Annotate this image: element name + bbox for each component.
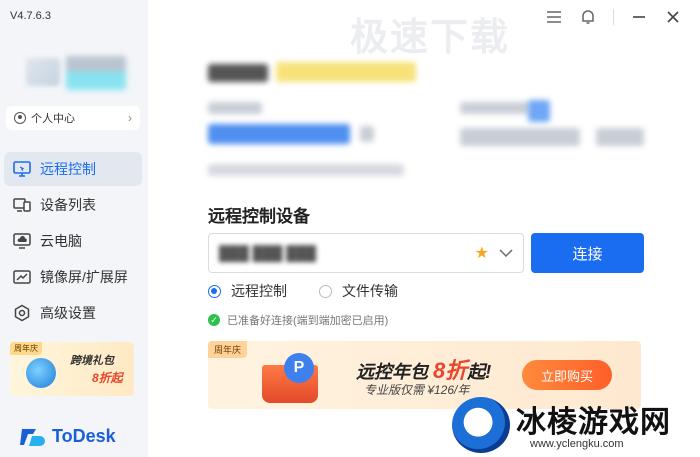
- device-code-highlight-blurred: [276, 62, 416, 82]
- menu-icon[interactable]: [545, 8, 563, 26]
- version-label: V4.7.6.3: [10, 10, 51, 22]
- password-label-blurred: [460, 102, 530, 114]
- device-id-suffix-blurred: [360, 126, 374, 142]
- banner-title-suffix: 起!: [467, 362, 492, 382]
- sidebar-item-remote-control[interactable]: 远程控制: [4, 152, 142, 186]
- devices-icon: [12, 196, 32, 214]
- todesk-logo-icon: [20, 427, 46, 447]
- watermark-url: www.yclengku.com: [530, 438, 624, 450]
- watermark-logo-icon: [452, 397, 510, 453]
- star-icon[interactable]: ★: [475, 243, 489, 263]
- section-title: 远程控制设备: [208, 207, 310, 226]
- profile-center-button[interactable]: 个人中心 ›: [6, 106, 140, 130]
- sidebar-item-mirror-screen[interactable]: 镜像屏/扩展屏: [4, 260, 142, 294]
- close-icon[interactable]: [664, 8, 682, 26]
- cloud-pc-icon: [12, 232, 32, 250]
- sidebar-nav: 远程控制 设备列表 云电脑 镜像屏/扩展屏 高级设置: [4, 152, 142, 332]
- password-actions-blurred: [596, 128, 644, 146]
- chevron-down-icon[interactable]: [499, 246, 513, 260]
- brand-name: ToDesk: [52, 426, 116, 446]
- sidebar-item-label: 设备列表: [40, 197, 96, 213]
- promo-tag: 周年庆: [10, 342, 42, 355]
- sidebar-promo-banner[interactable]: 周年庆 跨境礼包 8折起: [10, 342, 134, 396]
- sidebar: V4.7.6.3 个人中心 › 远程控制 设备列表 云电脑 镜像屏/扩展屏 高级…: [0, 0, 148, 457]
- radio-label-file-transfer[interactable]: 文件传输: [342, 281, 398, 301]
- connection-status: ✓ 已准备好连接(端到端加密已启用): [208, 312, 388, 328]
- window-controls: [545, 8, 682, 26]
- device-id-blurred: [208, 124, 350, 144]
- user-icon: [14, 112, 26, 124]
- watermark-text: 冰棱游戏网: [516, 406, 671, 439]
- device-code-input-value: ███ ███ ███: [219, 245, 317, 261]
- mode-radio-group: 远程控制 文件传输: [208, 281, 430, 301]
- promo-title: 跨境礼包: [70, 355, 114, 367]
- device-code-input[interactable]: ███ ███ ███ ★: [208, 233, 524, 273]
- sidebar-item-label: 高级设置: [40, 305, 96, 321]
- connect-button[interactable]: 连接: [531, 233, 644, 273]
- checkbox-option-blurred[interactable]: [208, 164, 404, 176]
- sidebar-item-label: 镜像屏/扩展屏: [40, 269, 128, 285]
- mirror-screen-icon: [12, 268, 32, 286]
- promo-discount: 8折起: [92, 371, 123, 385]
- sidebar-item-advanced-settings[interactable]: 高级设置: [4, 296, 142, 330]
- check-shield-icon: ✓: [208, 314, 220, 326]
- p-badge-icon: P: [284, 353, 314, 383]
- banner-title-prefix: 远控年包: [356, 362, 428, 382]
- site-watermark: 冰棱游戏网 www.yclengku.com: [452, 393, 700, 457]
- password-icon-blurred: [528, 100, 550, 122]
- sidebar-item-label: 云电脑: [40, 233, 82, 249]
- radio-file-transfer[interactable]: [319, 284, 332, 298]
- sidebar-item-cloud-pc[interactable]: 云电脑: [4, 224, 142, 258]
- buy-now-button[interactable]: 立即购买: [522, 360, 612, 390]
- chevron-right-icon: ›: [128, 111, 132, 125]
- radio-label-remote-control[interactable]: 远程控制: [231, 281, 287, 301]
- settings-icon: [12, 304, 32, 322]
- sidebar-item-label: 远程控制: [40, 161, 96, 177]
- monitor-icon: [12, 160, 32, 178]
- banner-tag: 周年庆: [208, 341, 248, 358]
- toolbar-divider: [613, 9, 614, 25]
- avatar[interactable]: [26, 58, 60, 86]
- password-value-blurred: [460, 128, 580, 146]
- watermark-top-text: 极速下载: [350, 17, 511, 59]
- sidebar-item-device-list[interactable]: 设备列表: [4, 188, 142, 222]
- banner-title-highlight: 8折: [433, 358, 468, 383]
- device-id-label-blurred: [208, 102, 262, 114]
- radio-remote-control[interactable]: [208, 284, 221, 298]
- status-text: 已准备好连接(端到端加密已启用): [227, 315, 389, 327]
- todesk-logo: ToDesk: [20, 426, 116, 447]
- bell-icon[interactable]: [579, 8, 597, 26]
- username-blurred: [66, 56, 126, 90]
- device-code-title-blurred: [208, 64, 268, 82]
- minimize-icon[interactable]: [630, 8, 648, 26]
- profile-label: 个人中心: [31, 113, 75, 125]
- globe-icon: [26, 358, 56, 388]
